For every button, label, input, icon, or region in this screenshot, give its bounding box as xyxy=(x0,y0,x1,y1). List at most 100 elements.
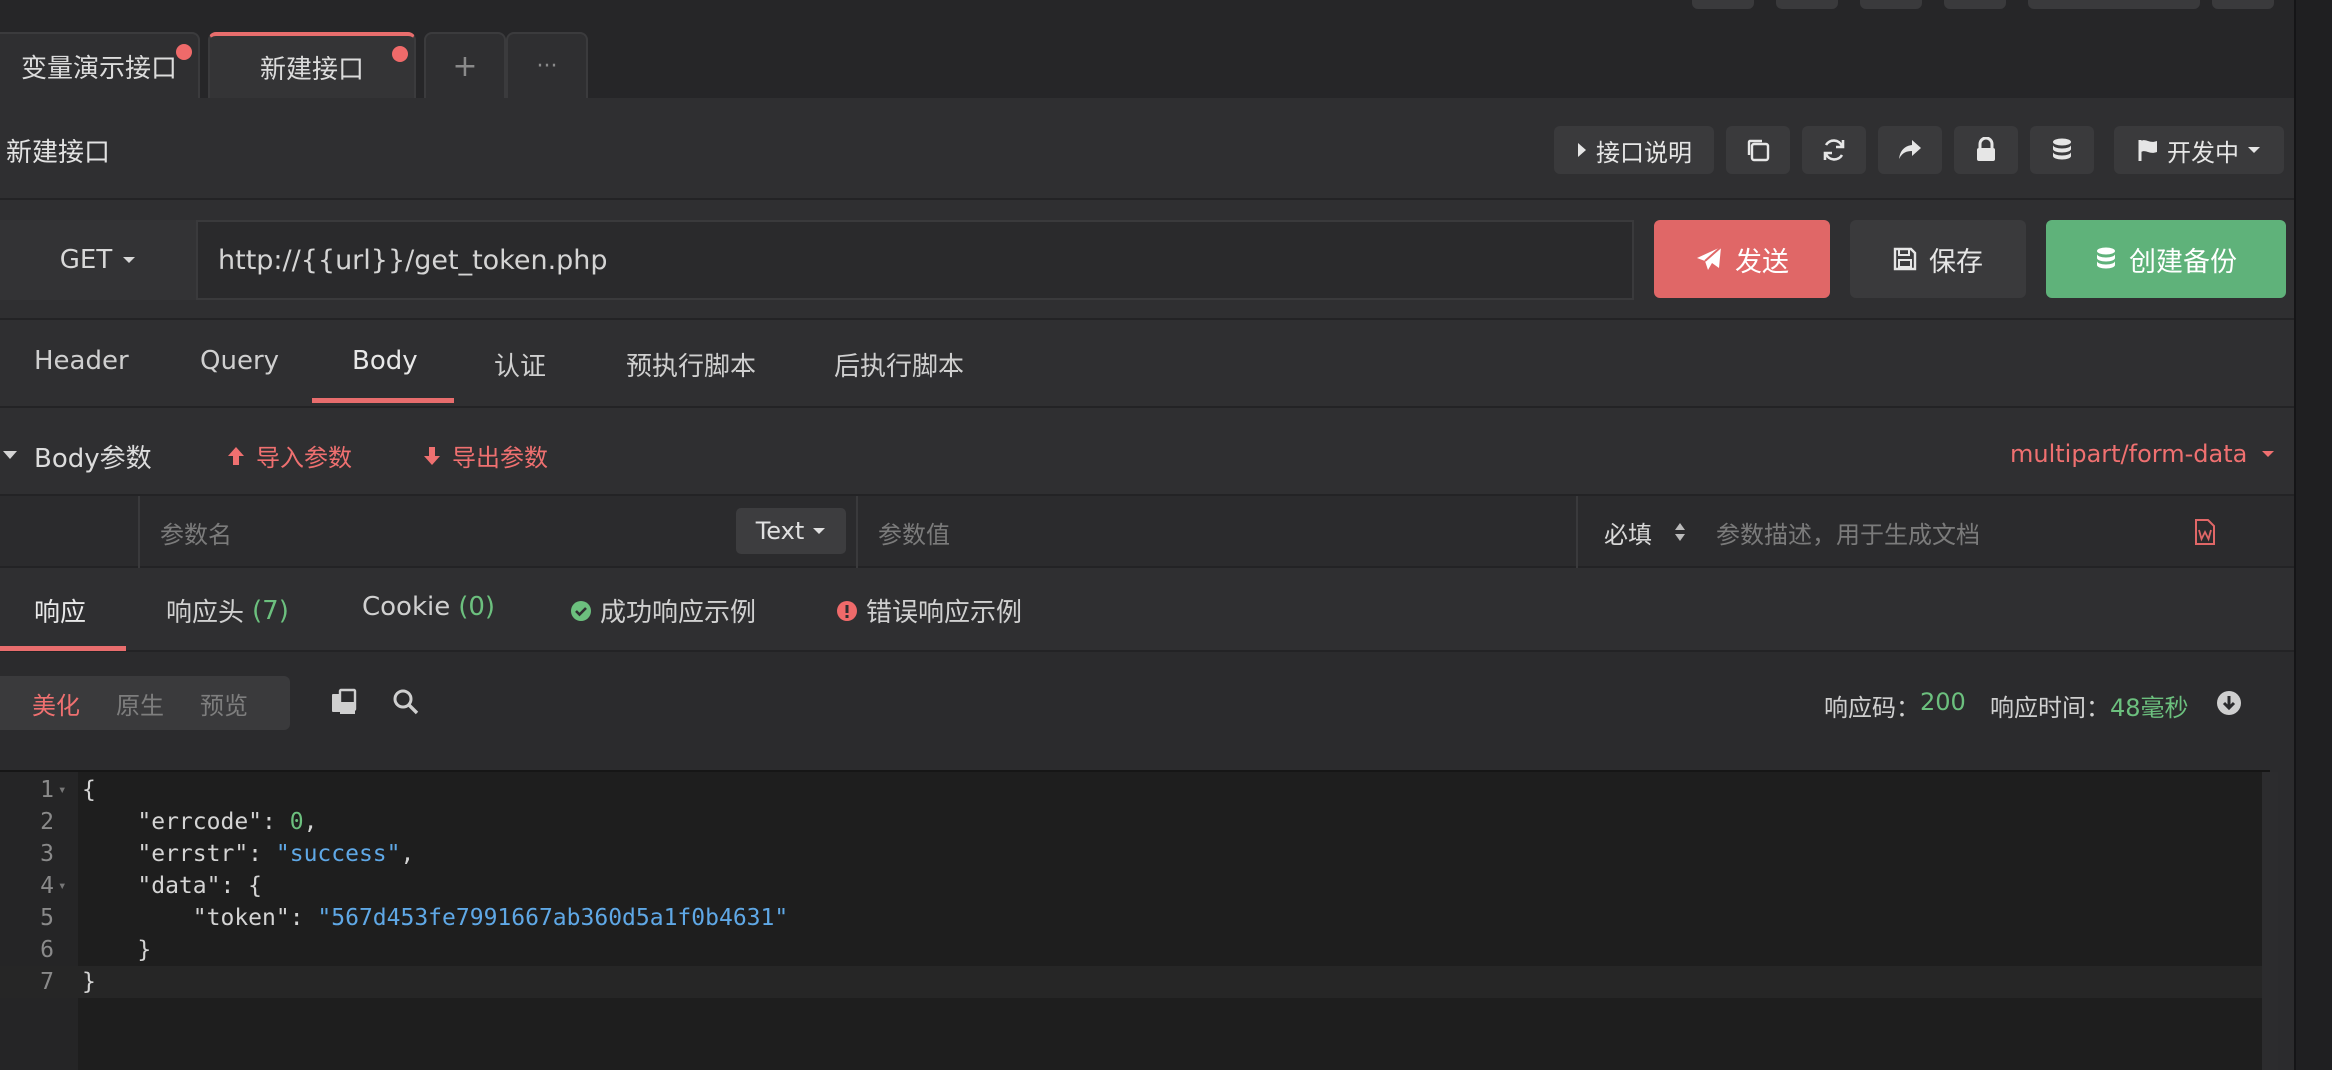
tab-body[interactable]: Body xyxy=(352,346,418,376)
code-line: 3 "errstr": "success", xyxy=(0,838,2262,870)
copy-response-icon[interactable] xyxy=(330,688,358,716)
line-number: 4 xyxy=(40,873,54,899)
fold-arrow-icon[interactable]: ▾ xyxy=(58,774,66,806)
code-line: 7} xyxy=(0,966,2262,998)
tab-post-script[interactable]: 后执行脚本 xyxy=(834,346,964,383)
code-line: 2 "errcode": 0, xyxy=(0,806,2262,838)
fold-arrow-icon[interactable]: ▾ xyxy=(58,870,66,902)
save-label: 保存 xyxy=(1929,246,1983,278)
right-scroll-gutter[interactable] xyxy=(2294,0,2332,1070)
download-icon[interactable] xyxy=(2216,690,2242,716)
lock-button[interactable] xyxy=(1954,126,2018,174)
tab-cookie-label: Cookie xyxy=(362,592,451,622)
chevron-down-icon xyxy=(813,528,826,534)
tab-pre-script[interactable]: 预执行脚本 xyxy=(626,346,756,383)
param-type-label: Text xyxy=(755,517,805,545)
send-button[interactable]: 发送 xyxy=(1654,220,1830,298)
top-control-3[interactable] xyxy=(1860,0,1922,9)
error-example-label: 错误响应示例 xyxy=(866,598,1023,628)
code-text: } xyxy=(82,969,96,995)
tab-cookie[interactable]: Cookie (0) xyxy=(362,592,495,622)
unsaved-dot-icon xyxy=(176,44,192,60)
share-icon xyxy=(1899,140,1921,159)
response-time-value: 48毫秒 xyxy=(2110,694,2189,722)
more-icon: ··· xyxy=(536,53,558,79)
content-type-dropdown[interactable]: multipart/form-data xyxy=(2010,440,2275,468)
share-button[interactable] xyxy=(1878,126,1942,174)
tab-query[interactable]: Query xyxy=(200,346,279,376)
view-mode-raw[interactable]: 原生 xyxy=(116,686,164,721)
tab-new-api[interactable]: 新建接口 xyxy=(208,32,416,98)
export-params-button[interactable]: 导出参数 xyxy=(422,438,548,473)
tab-label: 变量演示接口 xyxy=(20,53,177,84)
response-headers-count: (7) xyxy=(252,595,289,626)
code-scrollbar[interactable] xyxy=(2262,772,2278,1070)
sort-icon xyxy=(1675,523,1685,541)
export-params-label: 导出参数 xyxy=(452,444,548,472)
tab-success-example[interactable]: 成功响应示例 xyxy=(570,592,756,629)
param-value-input[interactable]: 参数值 xyxy=(856,496,1576,568)
plus-icon: + xyxy=(452,48,478,84)
word-doc-icon[interactable] xyxy=(2194,518,2216,546)
search-icon[interactable] xyxy=(392,688,420,716)
create-backup-button[interactable]: 创建备份 xyxy=(2046,220,2286,298)
param-type-select[interactable]: Text xyxy=(736,508,846,554)
caret-down-icon[interactable] xyxy=(2,450,18,460)
line-number: 3 xyxy=(40,841,54,867)
status-label: 开发中 xyxy=(2167,138,2239,167)
code-line: 5 "token": "567d453fe7991667ab360d5a1f0b… xyxy=(0,902,2262,934)
content-type-label: multipart/form-data xyxy=(2010,440,2248,468)
paper-plane-icon xyxy=(1697,246,1722,270)
window-top-strip xyxy=(0,0,2332,18)
chevron-down-icon xyxy=(2262,451,2275,457)
code-text: "token": "567d453fe7991667ab360d5a1f0b46… xyxy=(82,905,789,931)
code-text: } xyxy=(82,937,152,963)
top-control-4[interactable] xyxy=(1944,0,2006,9)
url-input[interactable]: http://{{url}}/get_token.php xyxy=(196,220,1634,300)
top-control-2[interactable] xyxy=(1776,0,1838,9)
code-text: "errstr": "success", xyxy=(82,841,415,867)
tab-response[interactable]: 响应 xyxy=(34,592,86,629)
backup-label: 创建备份 xyxy=(2129,246,2237,278)
database-button[interactable] xyxy=(2030,126,2094,174)
tab-header[interactable]: Header xyxy=(34,346,129,376)
method-select[interactable]: GET xyxy=(0,220,196,300)
add-tab-button[interactable]: + xyxy=(424,32,506,98)
tab-variable-demo[interactable]: 变量演示接口 xyxy=(0,32,200,98)
copy-icon xyxy=(1747,139,1770,162)
unsaved-dot-icon xyxy=(392,46,408,62)
tab-auth[interactable]: 认证 xyxy=(494,346,546,383)
import-params-button[interactable]: 导入参数 xyxy=(226,438,352,473)
url-value: http://{{url}}/get_token.php xyxy=(218,244,608,276)
tab-response-label: 响应 xyxy=(34,598,87,628)
more-tabs-button[interactable]: ··· xyxy=(506,32,588,98)
response-code-label: 响应码： xyxy=(1824,694,1920,722)
flag-icon xyxy=(2138,140,2157,161)
line-number: 7 xyxy=(40,969,54,995)
tab-response-headers[interactable]: 响应头 (7) xyxy=(166,592,289,629)
tab-response-headers-label: 响应头 xyxy=(166,598,245,628)
top-control-5[interactable] xyxy=(2028,0,2200,9)
success-example-label: 成功响应示例 xyxy=(600,598,757,628)
database-icon xyxy=(2097,247,2115,269)
copy-button[interactable] xyxy=(1726,126,1790,174)
floppy-icon xyxy=(1893,247,1917,271)
refresh-button[interactable] xyxy=(1802,126,1866,174)
code-line: 1 ▾ { xyxy=(0,774,2262,806)
view-mode-pretty[interactable]: 美化 xyxy=(32,686,80,721)
view-mode-preview[interactable]: 预览 xyxy=(200,686,248,721)
tab-label: 新建接口 xyxy=(259,54,364,85)
refresh-icon xyxy=(1823,139,1845,161)
lock-icon xyxy=(1977,137,1995,161)
status-dropdown[interactable]: 开发中 xyxy=(2114,126,2284,174)
save-button[interactable]: 保存 xyxy=(1850,220,2026,298)
api-doc-button[interactable]: 接口说明 xyxy=(1554,126,1714,174)
top-control-1[interactable] xyxy=(1692,0,1754,9)
top-control-6[interactable] xyxy=(2212,0,2274,9)
line-number: 2 xyxy=(40,809,54,835)
tab-error-example[interactable]: 错误响应示例 xyxy=(836,592,1022,629)
param-desc-input[interactable]: 参数描述，用于生成文档 xyxy=(1716,496,1980,568)
required-select[interactable]: 必填 xyxy=(1576,496,1716,568)
response-code-value: 200 xyxy=(1920,688,1966,716)
database-icon xyxy=(2053,138,2071,160)
